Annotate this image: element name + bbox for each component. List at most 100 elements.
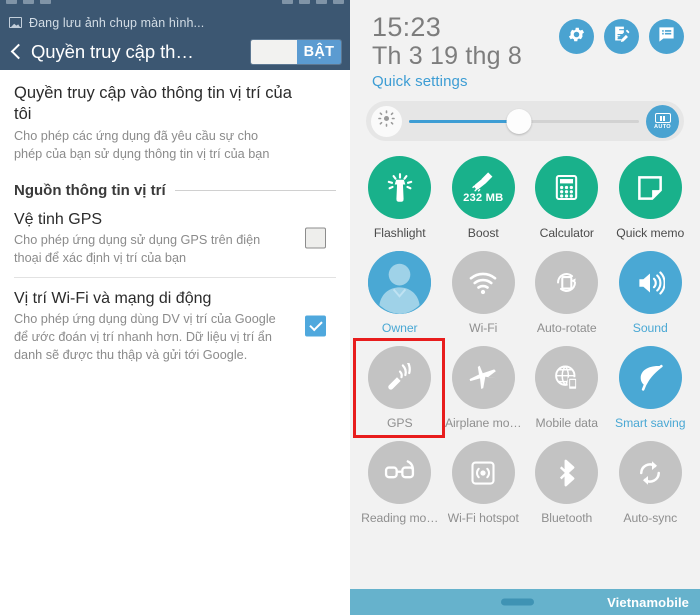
quick-settings-panel: 15:23 Th 3 19 thg 8 Quick settings AUTO … <box>350 0 700 615</box>
quick-toggle-gps[interactable]: GPS <box>353 337 445 439</box>
quick-toggle-wi-fi[interactable]: Wi-Fi <box>442 242 526 337</box>
checkbox-wifi-mobile-location[interactable] <box>305 315 326 337</box>
clock-time: 15:23 <box>372 12 442 42</box>
status-icon <box>40 0 51 4</box>
toggle-label: GPS <box>386 416 413 431</box>
hotspot-icon <box>468 458 498 488</box>
gps-satellite-icon <box>385 357 415 393</box>
wifi-icon <box>468 268 498 298</box>
divider <box>174 190 336 192</box>
auto-icon-bar <box>659 115 662 121</box>
status-icon <box>299 0 310 4</box>
setting-row-wifi-mobile-location[interactable]: Vị trí Wi-Fi và mạng di động Cho phép ứn… <box>14 278 336 374</box>
airplane-icon <box>468 362 499 393</box>
toggle-circle <box>451 251 515 315</box>
auto-brightness-button[interactable]: AUTO <box>646 104 679 138</box>
message-list-icon <box>657 25 676 49</box>
toggle-label: Quick memo <box>616 226 685 241</box>
toggle-label: Reading mo… <box>361 511 439 526</box>
toggle-circle <box>535 156 599 220</box>
toggle-label: Wi-Fi hotspot <box>447 511 519 526</box>
quick-toggle-bluetooth[interactable]: Bluetooth <box>525 432 609 527</box>
brightness-sun-icon <box>377 109 396 133</box>
toggle-circle <box>451 346 515 410</box>
brightness-slider[interactable] <box>409 107 639 135</box>
quick-toggle-quick-memo[interactable]: Quick memo <box>609 147 693 242</box>
section-header-location-sources: Nguồn thông tin vị trí <box>14 166 336 199</box>
notifications-list-button[interactable] <box>649 19 684 54</box>
brightness-slider-bar: AUTO <box>366 101 684 142</box>
edit-note-button[interactable] <box>604 19 639 54</box>
toggle-label: BẬT <box>297 40 341 64</box>
status-bar-icons <box>0 0 350 4</box>
flashlight-icon <box>384 172 416 204</box>
toggle-sub-value: 232 MB <box>463 192 504 205</box>
location-settings-panel: Đang lưu ảnh chụp màn hình... Quyền truy… <box>0 0 350 615</box>
toggle-label: Boost <box>467 226 499 241</box>
toggle-label: Flashlight <box>373 226 426 241</box>
quick-toggle-auto-rotate[interactable]: Auto-rotate <box>525 242 609 337</box>
location-master-toggle[interactable]: BẬT <box>250 39 342 65</box>
clock-block[interactable]: 15:23 Th 3 19 thg 8 Quick settings <box>372 12 559 90</box>
toggle-circle <box>618 441 682 505</box>
settings-button[interactable] <box>559 19 594 54</box>
quick-settings-link[interactable]: Quick settings <box>372 73 559 90</box>
auto-rotate-icon <box>552 268 581 297</box>
setting-row-gps-satellite[interactable]: Vệ tinh GPS Cho phép ứng dụng sử dụng GP… <box>14 199 336 277</box>
quick-toggle-airplane-mo[interactable]: Airplane mo… <box>442 337 526 432</box>
setting-row-title: Vệ tinh GPS <box>14 211 103 229</box>
quick-toggle-mobile-data[interactable]: Mobile data <box>525 337 609 432</box>
broom-icon <box>472 171 494 193</box>
toggle-label: Bluetooth <box>541 511 593 526</box>
battery-icon <box>333 0 344 4</box>
toggle-circle <box>451 441 515 505</box>
toggle-circle: 232 MB <box>451 156 515 220</box>
auto-brightness-icon <box>654 113 671 124</box>
drag-handle[interactable] <box>500 598 534 606</box>
bottom-navigation-bar: Vietnamobile <box>350 589 700 615</box>
toggle-label: Mobile data <box>535 416 598 431</box>
quick-toggle-owner[interactable]: Owner <box>358 242 442 337</box>
toggle-circle <box>368 441 432 505</box>
toggle-label: Auto-sync <box>623 511 678 526</box>
brightness-sun-button[interactable] <box>371 105 402 137</box>
clock-date: Th 3 19 thg 8 <box>372 42 522 71</box>
location-access-block: Quyền truy cập vào thông tin vị trí của … <box>14 70 336 166</box>
speaker-icon <box>635 268 666 298</box>
leaf-icon <box>635 362 666 393</box>
toggle-circle <box>618 156 682 220</box>
quick-toggle-sound[interactable]: Sound <box>609 242 693 337</box>
setting-row-description: Cho phép ứng dụng sử dụng GPS trên điện … <box>14 233 261 266</box>
chevron-left-icon[interactable] <box>10 42 23 62</box>
toggle-circle <box>535 346 599 410</box>
quick-toggle-grid: Flashlight 232 MB Boost Calculator Quick mem… <box>350 141 700 581</box>
quick-toggle-flashlight[interactable]: Flashlight <box>358 147 442 242</box>
toggle-label: Owner <box>381 321 418 336</box>
slider-thumb[interactable] <box>506 108 532 134</box>
checkbox-gps-satellite[interactable] <box>305 227 326 249</box>
location-access-title: Quyền truy cập vào thông tin vị trí của … <box>14 84 292 123</box>
quick-toggle-reading-mo[interactable]: Reading mo… <box>358 432 442 527</box>
status-bar <box>0 0 350 11</box>
glasses-icon <box>384 457 415 488</box>
image-icon <box>9 17 22 28</box>
quick-toggle-smart-saving[interactable]: Smart saving <box>609 337 693 432</box>
location-access-description: Cho phép các ứng dụng đã yêu cầu sự cho … <box>14 129 270 162</box>
memo-icon <box>635 173 665 203</box>
quick-toggle-boost[interactable]: 232 MB Boost <box>442 147 526 242</box>
notification-banner[interactable]: Đang lưu ảnh chụp màn hình... <box>0 11 350 34</box>
quick-toggle-wi-fi-hotspot[interactable]: Wi-Fi hotspot <box>442 432 526 527</box>
slider-track-fill <box>409 119 520 123</box>
toggle-circle <box>368 251 432 315</box>
status-icon <box>316 0 327 4</box>
header-icon-group <box>559 13 684 54</box>
quick-toggle-calculator[interactable]: Calculator <box>525 147 609 242</box>
toggle-label: Sound <box>632 321 668 336</box>
auto-brightness-label: AUTO <box>654 124 671 131</box>
quick-toggle-auto-sync[interactable]: Auto-sync <box>609 432 693 527</box>
toggle-label: Wi-Fi <box>469 321 498 336</box>
notification-text: Đang lưu ảnh chụp màn hình... <box>29 15 205 30</box>
toggle-circle <box>368 346 432 410</box>
toggle-thumb <box>251 40 297 64</box>
setting-row-title: Vị trí Wi-Fi và mạng di động <box>14 290 212 308</box>
